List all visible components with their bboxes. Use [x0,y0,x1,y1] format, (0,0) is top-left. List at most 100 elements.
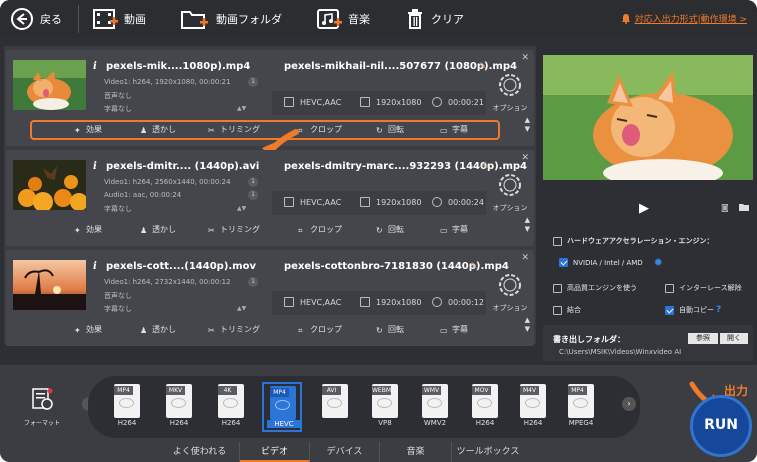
output-spec-bar: HEVC,AAC 1920x1080 00:00:12 [272,291,486,315]
rename-pencil-icon[interactable]: ✎ [482,162,490,172]
merge-checkbox[interactable] [553,305,562,315]
auto-copy-option[interactable]: 自動コピー ? [665,305,721,315]
format-tile[interactable]: AVI [318,384,352,430]
format-tile[interactable]: MP4 H264 [110,384,144,430]
tab-music[interactable]: 音楽 [380,442,452,462]
watermark-button[interactable]: ♟ 透かし [140,224,176,235]
subtitle-track-info[interactable]: 字幕なし [104,104,132,114]
auto-copy-label: 自動コピー [679,306,714,314]
video-thumbnail[interactable] [13,60,86,110]
film-reel-icon [327,398,342,408]
reorder-arrows[interactable]: ▲ ▼ [525,216,530,234]
file-row[interactable]: i pexels-cott....(1440p).mov Video1: h26… [6,250,534,346]
format-tile[interactable]: WEBM VP8 [368,384,402,430]
rotate-button[interactable]: ↻ 回転 [376,324,404,335]
open-folder-button[interactable]: 開く [720,333,748,344]
subtitle-dropdown-icon[interactable]: ▲▼ [237,305,246,312]
browse-button[interactable]: 参照 [688,333,718,344]
effect-button[interactable]: ✦ 効果 [74,324,102,335]
format-tile-selected[interactable]: MP4 HEVC [262,382,302,432]
codec-option-button[interactable]: オプション [490,172,530,213]
run-button[interactable]: RUN [690,395,752,457]
format-scroll-right-icon[interactable]: › [622,397,636,411]
remove-file-icon[interactable]: ✕ [521,153,529,163]
crop-button[interactable]: ⌗ クロップ [298,224,342,235]
camera-icon[interactable]: ◙ [721,203,729,212]
reorder-arrows[interactable]: ▲ ▼ [525,316,530,334]
hw-accel-checkbox[interactable] [553,236,562,246]
format-tile[interactable]: WMV WMV2 [418,384,452,430]
gpu-option[interactable]: NVIDIA / Intel / AMD ✹ [559,256,663,269]
output-folder-path[interactable]: C:\Users\MSIK\Videos\Winxvideo AI [559,348,681,356]
remove-file-icon[interactable]: ✕ [521,253,529,263]
format-tile[interactable]: MOV H264 [468,384,502,430]
gpu-checkbox[interactable] [559,258,568,267]
video-preview[interactable] [543,55,753,180]
rotate-button[interactable]: ↻ 回転 [376,124,404,135]
crop-button[interactable]: ⌗ クロップ [298,124,342,135]
video-thumbnail[interactable] [13,160,86,210]
subtitle-button[interactable]: ▭ 字幕 [440,324,468,335]
trim-button[interactable]: ✂ トリミング [208,224,260,235]
hw-accel-option[interactable]: ハードウェアアクセラレーション・エンジン： [553,236,714,246]
auto-copy-help-icon[interactable]: ? [716,305,721,315]
hq-engine-option[interactable]: 高品質エンジンを使う [553,283,637,293]
subtitle-dropdown-icon[interactable]: ▲▼ [237,205,246,212]
merge-option[interactable]: 結合 [553,305,581,315]
subtitle-button[interactable]: ▭ 字幕 [440,224,468,235]
format-settings-button[interactable]: フォーマット [16,387,68,427]
effect-button[interactable]: ✦ 効果 [74,124,102,135]
rename-pencil-icon[interactable]: ✎ [470,262,478,272]
subtitle-dropdown-icon[interactable]: ▲▼ [237,105,246,112]
format-tile[interactable]: MP4 MPEG4 [564,384,598,430]
crop-button[interactable]: ⌗ クロップ [298,324,342,335]
file-row[interactable]: i pexels-dmitr.... (1440p).avi Video1: h… [6,150,534,246]
info-icon[interactable]: i [93,61,101,72]
output-codec-text: HEVC,AAC [300,297,342,307]
rotate-button[interactable]: ↻ 回転 [376,224,404,235]
add-folder-button[interactable]: 動画フォルダ [180,0,282,38]
subtitle-button[interactable]: ▭ 字幕 [440,124,468,135]
trim-button[interactable]: ✂ トリミング [208,324,260,335]
video-thumbnail[interactable] [13,260,86,310]
subtitle-track-info[interactable]: 字幕なし [104,304,132,314]
play-icon[interactable]: ▶ [639,201,649,216]
tab-video[interactable]: ビデオ [240,442,310,462]
remove-file-icon[interactable]: ✕ [521,53,529,63]
merge-label: 結合 [567,306,581,314]
output-file-name[interactable]: pexels-dmitry-marc....932293 (1440p).mp4 [284,161,527,172]
tab-common[interactable]: よく使われる [160,442,240,462]
codec-option-button[interactable]: オプション [490,272,530,313]
watermark-button[interactable]: ♟ 透かし [140,324,176,335]
subtitle-track-info[interactable]: 字幕なし [104,204,132,214]
file-icon: MP4 [568,384,594,418]
format-tile[interactable]: M4V H264 [516,384,550,430]
gpu-settings-gear-icon[interactable]: ✹ [654,256,663,269]
file-row[interactable]: i pexels-mik....1080p).mp4 Video1: h264,… [6,50,534,158]
tab-toolbox[interactable]: ツールボックス [452,442,524,462]
clear-button[interactable]: クリア [405,0,464,38]
rename-pencil-icon[interactable]: ✎ [479,62,487,72]
info-icon[interactable]: i [93,161,101,172]
watermark-button[interactable]: ♟ 透かし [140,124,176,135]
effect-button[interactable]: ✦ 効果 [74,224,102,235]
format-tile[interactable]: MKV H264 [162,384,196,430]
trim-button[interactable]: ✂ トリミング [208,124,260,135]
tab-device[interactable]: デバイス [310,442,380,462]
source-file-name: pexels-mik....1080p).mp4 [106,61,251,72]
folder-icon[interactable] [739,203,749,211]
back-button[interactable]: 戻る [10,0,62,38]
reorder-arrows[interactable]: ▲ ▼ [525,116,530,134]
format-type: WMV [422,386,441,395]
video-track-count: 1 [248,277,258,287]
supported-formats-link[interactable]: 対応入出力形式|動作環境 > [621,12,747,25]
info-icon[interactable]: i [93,261,101,272]
deinterlace-checkbox[interactable] [665,283,674,293]
auto-copy-checkbox[interactable] [665,305,674,315]
codec-option-button[interactable]: オプション [490,72,530,113]
hq-engine-checkbox[interactable] [553,283,562,293]
add-music-button[interactable]: 音楽 [316,0,370,38]
format-tile[interactable]: 4K H264 [214,384,248,430]
deinterlace-option[interactable]: インターレース解除 [665,283,742,293]
add-video-button[interactable]: 動画 [92,0,146,38]
